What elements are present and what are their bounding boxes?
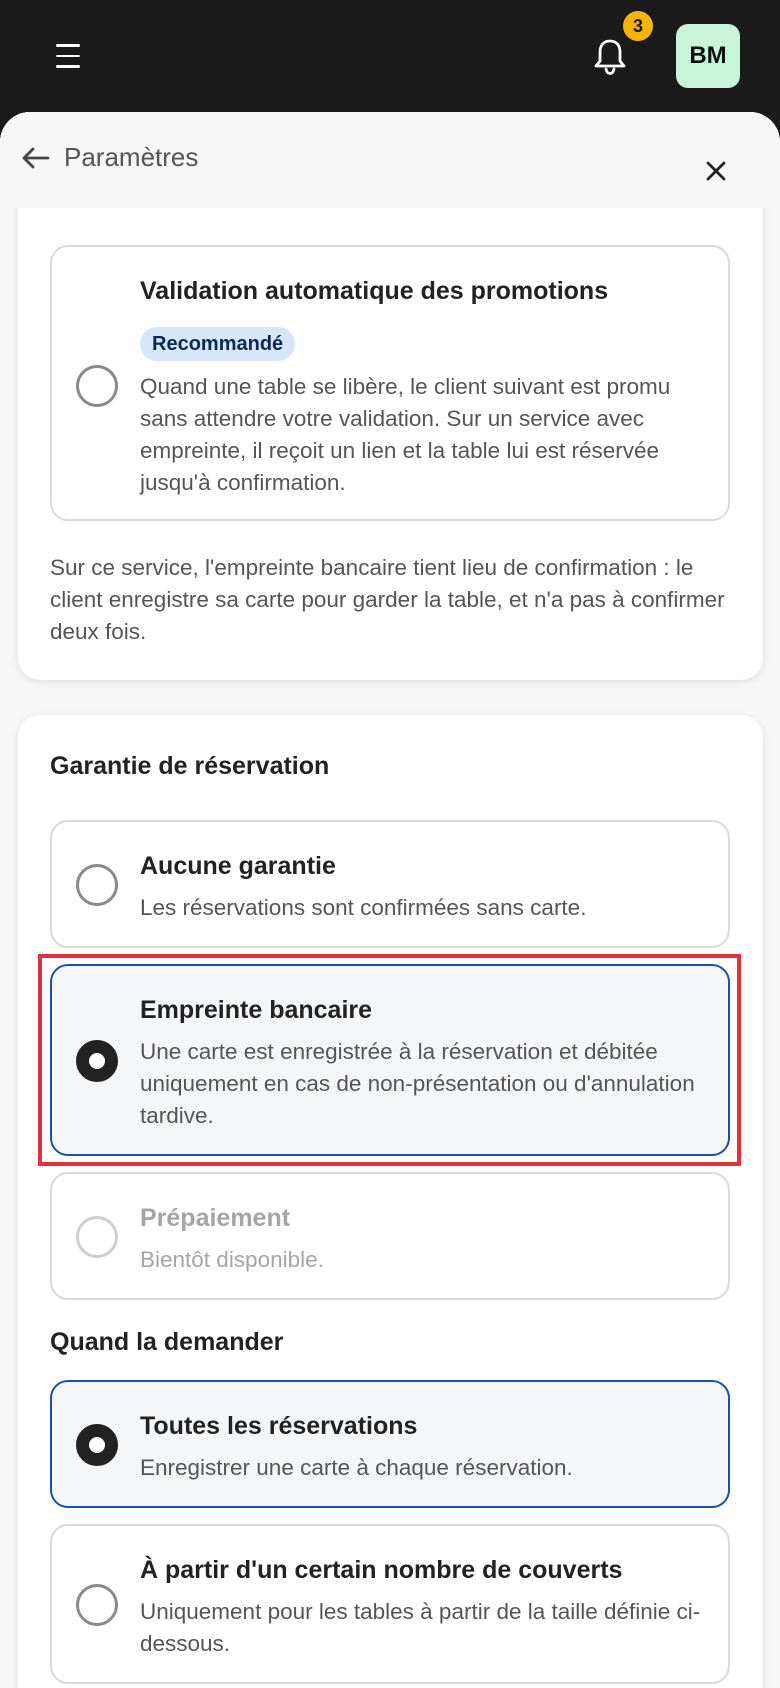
card-imprint-description: Une carte est enregistrée à la réservati… — [140, 1039, 695, 1128]
sheet-header: Paramètres — [0, 112, 780, 208]
option-prepayment: Prépaiement Bientôt disponible. — [50, 1172, 730, 1300]
auto-promotion-title: Validation automatique des promotions — [140, 277, 609, 305]
auto-promotion-option[interactable]: Validation automatique des promotions Re… — [50, 245, 730, 521]
no-guarantee-radio[interactable] — [76, 864, 118, 906]
settings-sheet: Validation automatique des promotions Re… — [0, 112, 780, 1688]
prepayment-description: Bientôt disponible. — [140, 1247, 324, 1272]
no-guarantee-title: Aucune garantie — [140, 852, 336, 880]
app-bar: 3 BM — [0, 0, 780, 112]
prepayment-title: Prépaiement — [140, 1204, 291, 1232]
option-card-imprint[interactable]: Empreinte bancaire Une carte est enregis… — [50, 964, 730, 1156]
all-reservations-radio[interactable] — [76, 1424, 118, 1466]
when-section-title: Quand la demander — [50, 1328, 284, 1356]
back-arrow-icon[interactable] — [18, 140, 54, 176]
prepayment-radio — [76, 1216, 118, 1258]
page-title: Paramètres — [64, 142, 199, 172]
auto-promotion-radio[interactable] — [76, 365, 118, 407]
option-all-reservations[interactable]: Toutes les réservations Enregistrer une … — [50, 1380, 730, 1508]
min-covers-radio[interactable] — [76, 1584, 118, 1626]
card-imprint-radio[interactable] — [76, 1040, 118, 1082]
avatar[interactable]: BM — [676, 24, 740, 88]
close-icon[interactable] — [699, 154, 733, 188]
empreinte-info-text: Sur ce service, l'empreinte bancaire tie… — [50, 555, 725, 644]
min-covers-description: Uniquement pour les tables à partir de l… — [140, 1599, 701, 1656]
notification-badge: 3 — [623, 11, 653, 41]
auto-promotion-description: Quand une table se libère, le client sui… — [140, 374, 671, 495]
option-min-covers[interactable]: À partir d'un certain nombre de couverts… — [50, 1524, 730, 1684]
all-reservations-description: Enregistrer une carte à chaque réservati… — [140, 1455, 573, 1480]
menu-icon[interactable] — [44, 38, 92, 74]
all-reservations-title: Toutes les réservations — [140, 1412, 418, 1440]
no-guarantee-description: Les réservations sont confirmées sans ca… — [140, 895, 587, 920]
option-no-guarantee[interactable]: Aucune garantie Les réservations sont co… — [50, 820, 730, 948]
card-imprint-title: Empreinte bancaire — [140, 996, 373, 1024]
guarantee-section-title: Garantie de réservation — [50, 752, 330, 780]
min-covers-title: À partir d'un certain nombre de couverts — [140, 1556, 623, 1584]
recommended-badge: Recommandé — [140, 327, 296, 361]
